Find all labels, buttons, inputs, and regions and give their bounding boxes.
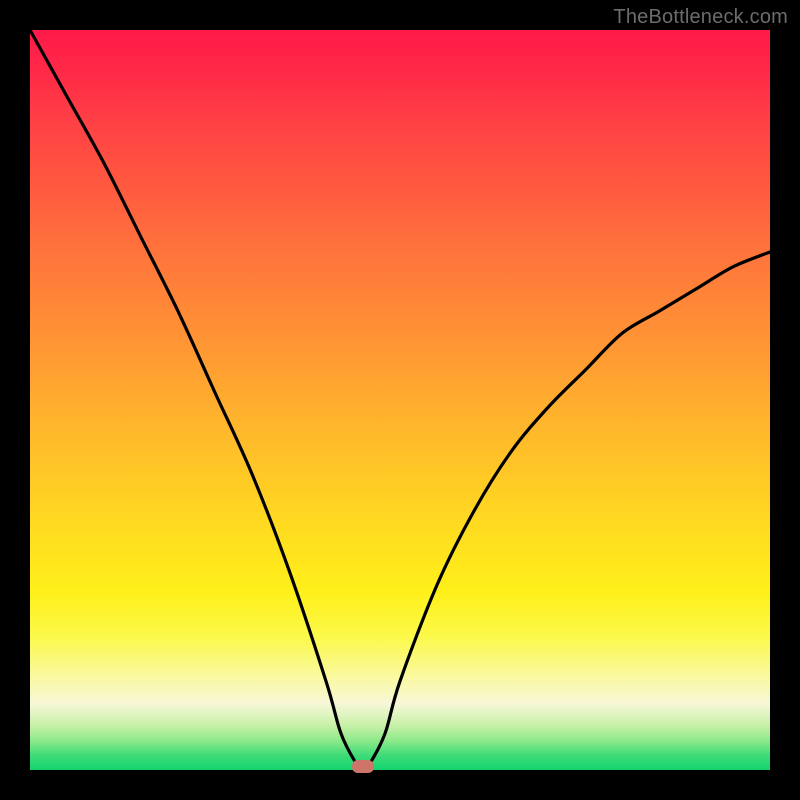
watermark-text: TheBottleneck.com	[613, 6, 788, 29]
chart-frame: TheBottleneck.com	[0, 0, 800, 800]
minimum-marker-icon	[352, 760, 374, 773]
bottleneck-curve	[30, 30, 770, 770]
